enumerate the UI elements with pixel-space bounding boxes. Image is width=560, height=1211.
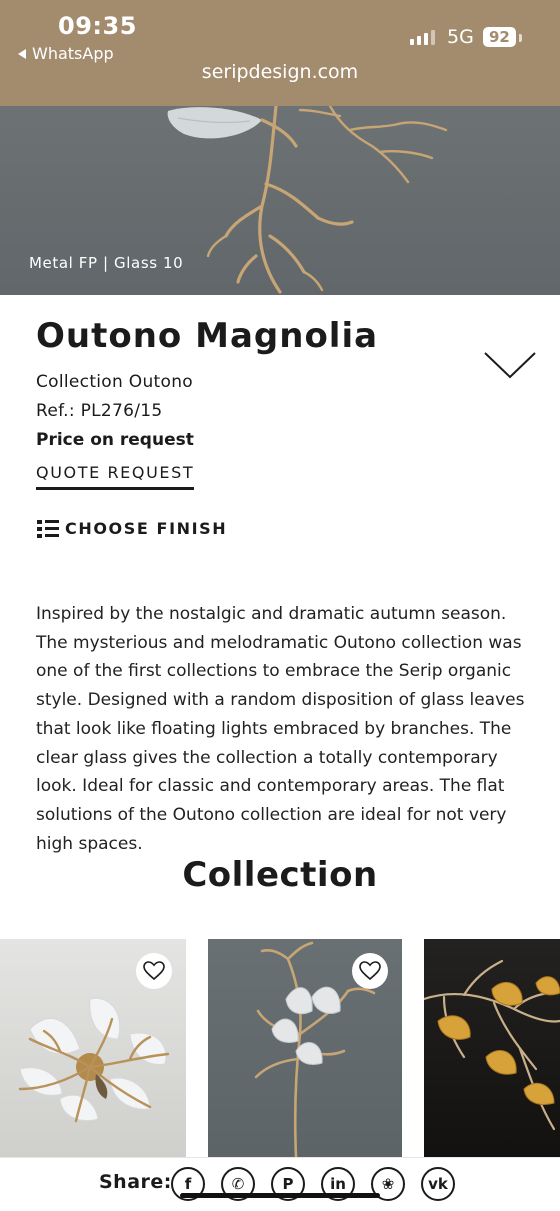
share-label: Share:	[99, 1171, 172, 1193]
signal-icon	[410, 30, 435, 45]
favorite-button[interactable]	[352, 953, 388, 989]
quote-request-link[interactable]: QUOTE REQUEST	[36, 463, 195, 490]
battery-icon: 92	[483, 27, 516, 47]
choose-finish-button[interactable]: CHOOSE FINISH	[37, 519, 227, 538]
product-collection: Collection Outono	[36, 372, 193, 392]
collection-heading: Collection	[182, 855, 378, 895]
collection-card[interactable]	[208, 939, 402, 1157]
vk-icon[interactable]: vk	[421, 1167, 455, 1201]
address-bar-url[interactable]: seripdesign.com	[0, 61, 560, 83]
choose-finish-label: CHOOSE FINISH	[65, 519, 228, 538]
product-reference: Ref.: PL276/15	[36, 401, 163, 421]
battery-tip	[519, 34, 522, 42]
back-arrow-icon	[18, 48, 26, 59]
product-hero-image: Metal FP | Glass 10	[0, 106, 560, 295]
network-type: 5G	[447, 26, 474, 48]
heart-icon	[143, 961, 165, 981]
collection-card[interactable]	[0, 939, 186, 1157]
list-icon	[37, 519, 59, 538]
share-bar: Share: f ✆ P in ❀ vk	[0, 1157, 560, 1211]
status-time: 09:35	[58, 12, 137, 40]
chevron-down-icon[interactable]	[483, 350, 537, 380]
product-description: Inspired by the nostalgic and dramatic a…	[36, 604, 525, 854]
product-price: Price on request	[36, 430, 194, 450]
heart-icon	[359, 961, 381, 981]
hero-caption: Metal FP | Glass 10	[29, 254, 184, 272]
collection-card[interactable]	[424, 939, 560, 1157]
amber-lamp-image	[424, 959, 560, 1131]
product-title: Outono Magnolia	[36, 316, 379, 356]
home-indicator	[180, 1193, 380, 1198]
favorite-button[interactable]	[136, 953, 172, 989]
browser-top-bar: 09:35 WhatsApp 5G 92 seripdesign.com	[0, 0, 560, 106]
